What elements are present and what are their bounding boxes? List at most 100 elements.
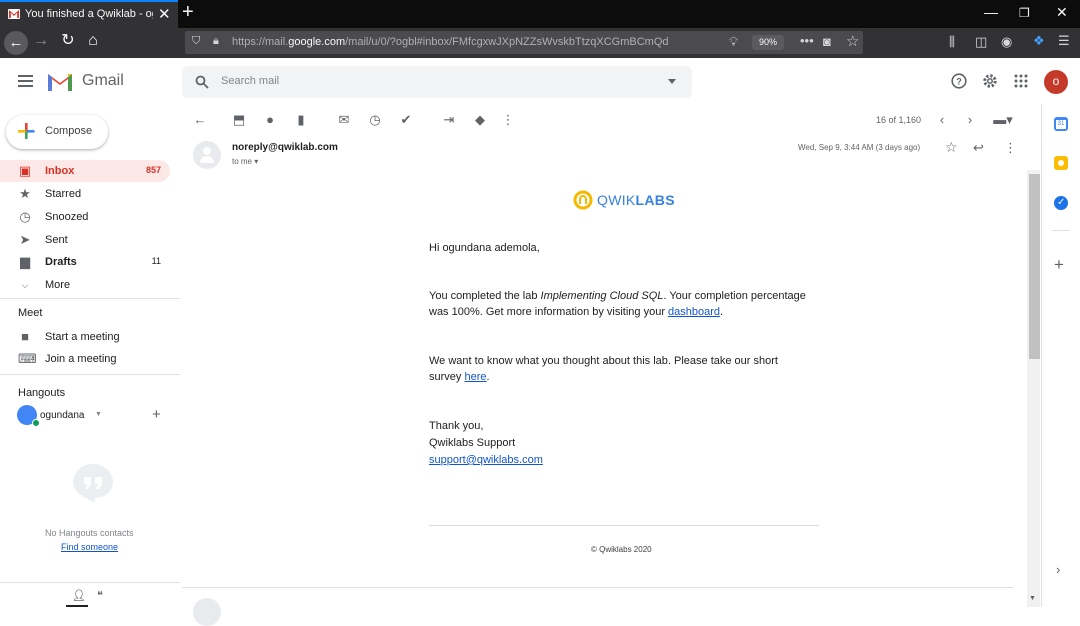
start-meeting-item[interactable]: ■ Start a meeting bbox=[0, 326, 170, 348]
sidebar-item-label: Snoozed bbox=[45, 211, 89, 223]
next-message-avatar[interactable] bbox=[193, 598, 221, 626]
search-icon[interactable] bbox=[195, 75, 209, 89]
sidebar-item-sent[interactable]: ➤ Sent bbox=[0, 229, 170, 251]
move-to-folder-icon[interactable]: ⇥ bbox=[442, 113, 456, 127]
back-button[interactable]: ← bbox=[4, 31, 28, 55]
footer-divider bbox=[429, 525, 819, 526]
contacts-person-icon[interactable]: 👤︎ bbox=[72, 589, 86, 602]
lock-icon[interactable]: 🔒︎ bbox=[213, 35, 219, 48]
video-camera-icon: ■ bbox=[21, 329, 29, 344]
support-help-icon[interactable]: ? bbox=[951, 73, 967, 89]
settings-gear-icon[interactable] bbox=[982, 73, 998, 89]
support-email-link[interactable]: support@qwiklabs.com bbox=[429, 452, 543, 468]
new-tab-button[interactable]: + bbox=[182, 1, 194, 24]
zoom-level[interactable]: 90% bbox=[752, 35, 784, 50]
hangouts-user-avatar[interactable] bbox=[17, 405, 40, 427]
sidebar-item-label: Starred bbox=[45, 188, 82, 200]
reload-button[interactable]: ↻ bbox=[58, 31, 78, 51]
find-someone-link[interactable]: Find someone bbox=[61, 542, 118, 552]
star-icon: ★ bbox=[19, 186, 31, 201]
calendar-icon[interactable]: 31 bbox=[1054, 117, 1068, 131]
tasks-icon[interactable]: ✓ bbox=[1054, 196, 1068, 210]
thanks-text: Thank you, bbox=[429, 420, 484, 432]
dashboard-link[interactable]: dashboard bbox=[668, 306, 720, 318]
expand-side-panel-chevron-icon[interactable]: › bbox=[1056, 562, 1060, 577]
main-menu-icon[interactable] bbox=[18, 75, 33, 87]
home-button[interactable]: ⌂ bbox=[83, 31, 103, 51]
google-apps-grid-icon[interactable] bbox=[1014, 74, 1028, 88]
sidebar-item-snoozed[interactable]: ◷ Snoozed bbox=[0, 206, 170, 228]
reply-icon[interactable]: ↩ bbox=[973, 140, 984, 156]
gmail-logo-icon[interactable] bbox=[46, 71, 74, 92]
more-options-icon[interactable]: ⋮ bbox=[501, 113, 515, 127]
account-avatar[interactable]: o bbox=[1044, 70, 1068, 94]
hangouts-user-name[interactable]: ogundana bbox=[40, 410, 85, 421]
minimize-window-button[interactable]: — bbox=[984, 4, 998, 20]
completion-paragraph: You completed the lab Implementing Cloud… bbox=[429, 290, 806, 318]
sender-avatar[interactable] bbox=[193, 141, 221, 169]
send-icon: ➤ bbox=[19, 232, 31, 247]
gmail-favicon-icon bbox=[8, 9, 20, 19]
sidebar-toggle-icon[interactable]: ◫ bbox=[975, 34, 987, 50]
search-input[interactable]: Search mail bbox=[221, 75, 279, 87]
forward-button[interactable]: → bbox=[31, 31, 51, 51]
search-options-chevron-icon[interactable] bbox=[668, 79, 676, 84]
scroll-down-arrow-icon[interactable]: ▼ bbox=[1029, 595, 1036, 602]
close-tab-icon[interactable]: ✕ bbox=[158, 5, 171, 23]
meet-item-label: Join a meeting bbox=[45, 353, 117, 365]
add-to-tasks-icon[interactable]: ✔ bbox=[399, 113, 413, 127]
inbox-icon: ▣ bbox=[18, 163, 32, 178]
report-spam-icon[interactable]: ● bbox=[263, 113, 277, 127]
account-icon[interactable]: ◉ bbox=[1001, 34, 1012, 50]
star-message-icon[interactable]: ☆ bbox=[945, 139, 958, 156]
drafts-count: 11 bbox=[151, 256, 161, 266]
input-tools-keyboard-icon[interactable]: ▬▾ bbox=[990, 113, 1016, 127]
bookmark-star-icon[interactable]: ☆ bbox=[846, 32, 859, 50]
pocket-icon[interactable]: ◙ bbox=[823, 34, 831, 49]
delete-trash-icon[interactable]: ▮ bbox=[294, 113, 308, 127]
sidebar-item-more[interactable]: ⌵ More bbox=[0, 274, 170, 296]
lightbulb-icon[interactable]: 💡︎ bbox=[729, 34, 738, 50]
archive-icon[interactable]: ⬒ bbox=[232, 113, 246, 127]
survey-paragraph: We want to know what you thought about t… bbox=[429, 355, 778, 383]
get-addons-plus-icon[interactable]: + bbox=[1054, 255, 1064, 275]
online-status-dot bbox=[32, 419, 40, 427]
newer-chevron-left-icon[interactable]: ‹ bbox=[935, 113, 949, 127]
sidebar-item-drafts[interactable]: ▆ Drafts 11 bbox=[0, 251, 170, 273]
label-tag-icon[interactable]: ◆ bbox=[473, 113, 487, 127]
sidebar-item-starred[interactable]: ★ Starred bbox=[0, 183, 170, 205]
hangouts-status-chevron-icon[interactable]: ▼ bbox=[95, 411, 102, 418]
join-meeting-item[interactable]: ⌨ Join a meeting bbox=[0, 348, 170, 370]
survey-here-link[interactable]: here bbox=[464, 371, 486, 383]
compose-button[interactable]: Compose bbox=[6, 115, 108, 149]
url-text: https://mail.google.com/mail/u/0/?ogbl#i… bbox=[232, 36, 669, 48]
browser-tab[interactable]: You finished a Qwiklab - ogunda ✕ bbox=[0, 0, 178, 28]
menu-icon[interactable]: ☰ bbox=[1058, 33, 1070, 49]
search-bar[interactable]: Search mail bbox=[182, 66, 692, 98]
sender-email[interactable]: noreply@qwiklab.com bbox=[232, 142, 338, 153]
close-window-button[interactable]: ✕ bbox=[1056, 4, 1068, 21]
extension-icon[interactable]: ❖ bbox=[1033, 33, 1045, 49]
new-conversation-plus-icon[interactable]: + bbox=[152, 406, 161, 423]
snooze-clock-icon[interactable]: ◷ bbox=[368, 113, 382, 127]
message-more-options-icon[interactable]: ⋮ bbox=[1004, 140, 1017, 156]
meet-item-label: Start a meeting bbox=[45, 331, 120, 343]
library-icon[interactable]: ⫼ bbox=[949, 34, 955, 50]
hangouts-chat-icon[interactable]: ❝ bbox=[97, 589, 103, 602]
shield-icon[interactable]: ⛉ bbox=[192, 35, 200, 48]
gmail-app-name[interactable]: Gmail bbox=[82, 72, 124, 90]
tab-title: You finished a Qwiklab - ogunda bbox=[25, 8, 153, 20]
older-chevron-right-icon[interactable]: › bbox=[963, 113, 977, 127]
mark-unread-envelope-icon[interactable]: ✉ bbox=[337, 113, 351, 127]
restore-window-button[interactable]: ❐ bbox=[1019, 6, 1030, 20]
no-hangouts-contacts-text: No Hangouts contacts bbox=[45, 528, 134, 538]
sidebar-item-label: More bbox=[45, 279, 71, 291]
qwiklabs-logo-icon bbox=[573, 190, 593, 210]
message-scrollbar-thumb[interactable] bbox=[1029, 174, 1040, 359]
back-to-inbox-arrow-icon[interactable]: ← bbox=[193, 113, 207, 127]
recipients-toggle[interactable]: to me ▾ bbox=[232, 157, 258, 166]
page-actions-icon[interactable]: ••• bbox=[800, 33, 814, 48]
sidebar-item-inbox[interactable]: ▣ Inbox 857 bbox=[0, 160, 170, 182]
draft-file-icon: ▆ bbox=[20, 254, 30, 269]
keep-notes-icon[interactable] bbox=[1054, 156, 1068, 170]
